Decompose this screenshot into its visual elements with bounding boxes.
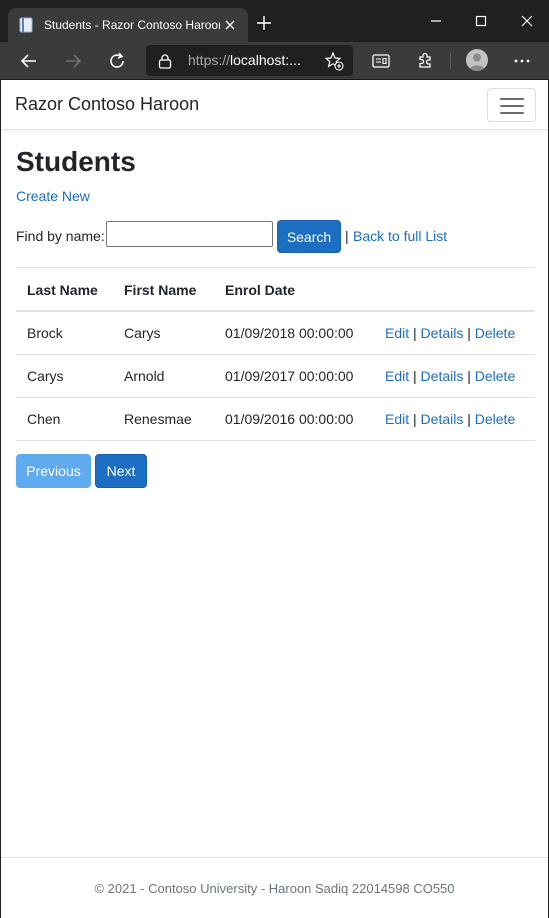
details-link[interactable]: Details [421,411,464,427]
back-to-full-list-link[interactable]: Back to full List [353,228,447,244]
refresh-icon[interactable] [107,51,127,71]
toolbar-divider [450,53,451,69]
action-separator: | [413,368,421,384]
first-name-cell: Renesmae [124,411,192,427]
url-text[interactable]: https://localhost:... [188,45,306,76]
window-close-icon[interactable] [518,12,536,30]
enrol-date-cell: 01/09/2017 00:00:00 [225,368,354,384]
find-by-name-label: Find by name: [16,228,105,244]
edit-link[interactable]: Edit [385,368,409,384]
separator: | [345,228,349,244]
plus-icon[interactable] [255,14,273,32]
close-icon[interactable] [222,17,238,33]
action-separator: | [467,411,475,427]
more-options-icon[interactable] [512,51,532,71]
first-name-header: First Name [124,282,197,298]
sort-enrol-date-link[interactable]: Enrol Date [225,268,295,312]
action-separator: | [413,325,421,341]
edit-link[interactable]: Edit [385,325,409,341]
hamburger-menu-icon [500,112,524,114]
address-bar[interactable]: https://localhost:... [146,45,353,76]
site-footer: © 2021 - Contoso University - Haroon Sad… [1,857,548,918]
search-input[interactable] [106,221,273,247]
action-separator: | [467,325,475,341]
profile-avatar-icon[interactable] [466,49,488,71]
enrol-date-cell: 01/09/2016 00:00:00 [225,411,354,427]
browser-toolbar: https://localhost:... [0,42,549,80]
enrol-date-cell: 01/09/2018 00:00:00 [225,325,354,341]
next-button[interactable]: Next [95,454,147,488]
minimize-icon[interactable] [427,12,445,30]
last-name-cell: Brock [27,325,63,341]
row-actions: Edit | Details | Delete [385,355,515,398]
last-name-cell: Chen [27,411,61,427]
browser-titlebar: Students - Razor Contoso Haroon [0,0,549,42]
action-separator: | [413,411,421,427]
reader-view-icon[interactable] [371,51,391,71]
url-host: localhost:... [230,52,301,68]
first-name-cell: Carys [124,325,161,341]
last-name-cell: Carys [27,368,64,384]
site-navbar: Razor Contoso Haroon [1,80,548,130]
back-arrow-icon[interactable] [19,51,39,71]
table-row: Carys Arnold 01/09/2017 00:00:00 Edit | … [16,355,535,398]
add-favorite-icon[interactable] [324,51,344,71]
maximize-icon[interactable] [472,12,490,30]
sort-last-name-link[interactable]: Last Name [27,268,98,312]
hamburger-menu-icon [500,105,524,107]
create-new-link[interactable]: Create New [16,188,90,204]
url-scheme: https:// [188,52,231,68]
hamburger-menu-icon [500,98,524,100]
navbar-brand[interactable]: Razor Contoso Haroon [15,94,199,115]
lock-icon[interactable] [158,53,172,69]
footer-text: © 2021 - Contoso University - Haroon Sad… [94,881,455,896]
navbar-toggler-button[interactable] [487,88,536,122]
person-icon [469,53,485,71]
students-table: Last Name First Name Enrol Date Brock Ca… [16,267,535,441]
table-row: Chen Renesmae 01/09/2016 00:00:00 Edit |… [16,398,535,441]
action-separator: | [467,368,475,384]
page-title: Students [16,146,136,177]
page-content: Razor Contoso Haroon Students Create New… [1,80,548,918]
tab-title: Students - Razor Contoso Haroon [44,18,220,32]
edit-link[interactable]: Edit [385,411,409,427]
table-row: Brock Carys 01/09/2018 00:00:00 Edit | D… [16,312,535,355]
row-actions: Edit | Details | Delete [385,398,515,441]
delete-link[interactable]: Delete [475,411,515,427]
search-button[interactable]: Search [277,220,341,253]
table-header: Last Name First Name Enrol Date [16,268,535,312]
delete-link[interactable]: Delete [475,325,515,341]
extensions-icon[interactable] [415,51,435,71]
first-name-cell: Arnold [124,368,165,384]
forward-arrow-icon[interactable] [63,51,83,71]
page-favicon-icon [19,17,33,33]
row-actions: Edit | Details | Delete [385,312,515,355]
browser-tab[interactable]: Students - Razor Contoso Haroon [8,8,248,42]
previous-button[interactable]: Previous [16,454,91,488]
details-link[interactable]: Details [421,325,464,341]
delete-link[interactable]: Delete [475,368,515,384]
details-link[interactable]: Details [421,368,464,384]
